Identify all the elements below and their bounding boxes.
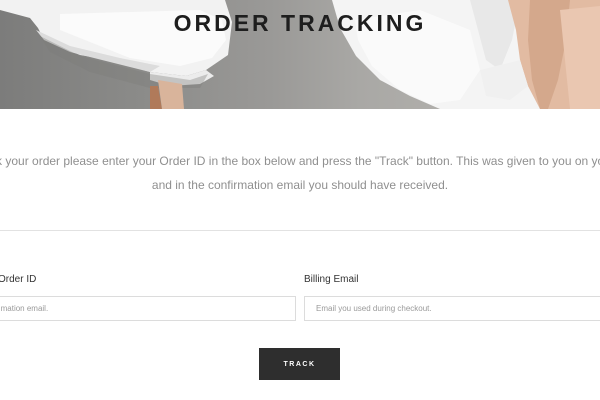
order-tracking-page: ORDER TRACKING To track your order pleas… xyxy=(0,0,600,400)
intro-text: To track your order please enter your Or… xyxy=(0,149,600,197)
track-button[interactable]: TRACK xyxy=(259,348,340,380)
divider xyxy=(0,230,600,231)
billing-email-label: Billing Email xyxy=(304,274,359,285)
billing-email-input[interactable] xyxy=(304,296,600,321)
page-title: ORDER TRACKING xyxy=(173,10,427,36)
hero-banner: ORDER TRACKING xyxy=(0,0,600,109)
order-id-label: Order ID xyxy=(0,274,37,285)
intro-line-1: To track your order please enter your Or… xyxy=(0,154,600,168)
intro-line-2: and in the confirmation email you should… xyxy=(151,178,449,192)
order-id-input[interactable] xyxy=(0,296,296,321)
